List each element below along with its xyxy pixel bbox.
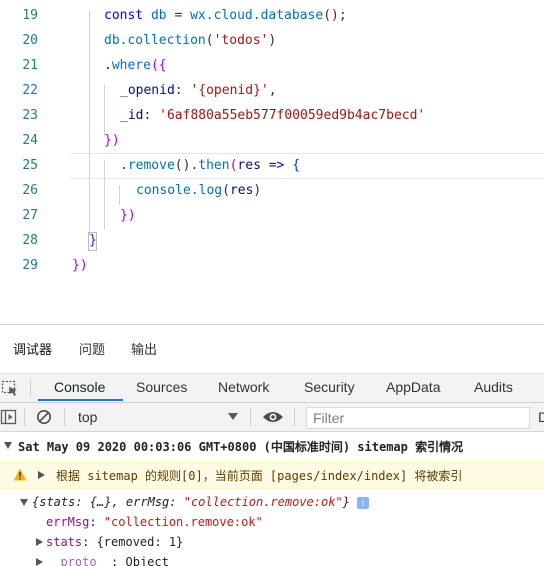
filter-box	[306, 407, 530, 429]
console-toolbar: top D	[0, 403, 544, 432]
divider	[64, 408, 65, 426]
expand-triangle-icon[interactable]	[38, 471, 45, 479]
code-text: _id: '6af880a55eb577f00059ed9b4ac7becd'	[120, 108, 426, 123]
divider	[30, 379, 31, 397]
code-line: 22 _openid: '{openid}',	[0, 78, 544, 103]
code-text: }	[89, 233, 97, 248]
code-line: 26 console.log(res)	[0, 178, 544, 203]
code-text: db.collection('todos')	[104, 33, 277, 48]
line-number: 22	[22, 83, 38, 98]
code-line: 23 _id: '6af880a55eb577f00059ed9b4ac7bec…	[0, 103, 544, 128]
tab-problems[interactable]: 问题	[79, 339, 105, 358]
active-tab-indicator	[38, 399, 123, 401]
code-text: })	[120, 208, 136, 223]
code-line: 21 .where({	[0, 53, 544, 78]
console-warning[interactable]: 根据 sitemap 的规则[0]，当前页面 [pages/index/inde…	[0, 462, 544, 489]
info-icon: i	[357, 496, 370, 509]
divider	[294, 408, 295, 426]
code-line: 20 db.collection('todos')	[0, 28, 544, 53]
tab-console[interactable]: Console	[54, 379, 105, 395]
context-selector[interactable]: top	[78, 409, 97, 425]
devtools-panel: 调试器 问题 输出 Console Sources Network Securi…	[0, 324, 544, 566]
chevron-down-icon[interactable]	[228, 413, 238, 421]
console-output[interactable]: Sat May 09 2020 00:03:06 GMT+0800 (中国标准时…	[0, 432, 544, 566]
code-line: 25 .remove().then(res => {	[0, 153, 544, 178]
tab-sources[interactable]: Sources	[136, 379, 187, 395]
warning-icon	[13, 468, 27, 481]
line-number: 27	[22, 208, 38, 223]
code-text: const db = wx.cloud.database();	[104, 8, 347, 23]
object-summary-text: {stats: {…}, errMsg: "collection.remove:…	[32, 492, 370, 512]
tab-output[interactable]: 输出	[131, 339, 157, 358]
filter-input[interactable]	[307, 408, 529, 428]
tab-appdata[interactable]: AppData	[386, 379, 440, 395]
console-message[interactable]: Sat May 09 2020 00:03:06 GMT+0800 (中国标准时…	[0, 438, 544, 460]
log-level-selector[interactable]: D	[538, 409, 544, 425]
code-line: 28 }	[0, 228, 544, 253]
eye-icon[interactable]	[262, 410, 284, 424]
tab-network[interactable]: Network	[218, 379, 269, 395]
code-editor[interactable]: 19 const db = wx.cloud.database(); 20 db…	[0, 0, 544, 324]
code-line: 19 const db = wx.cloud.database();	[0, 3, 544, 28]
tab-security[interactable]: Security	[304, 379, 355, 395]
expand-triangle-icon[interactable]	[36, 538, 43, 546]
line-number: 25	[22, 158, 38, 173]
code-text: })	[104, 133, 120, 148]
line-number: 28	[22, 233, 38, 248]
line-number: 29	[22, 258, 38, 273]
code-line: 29 })	[0, 253, 544, 278]
tab-audits[interactable]: Audits	[474, 379, 513, 395]
object-property: errMsg: "collection.remove:ok"	[46, 515, 263, 529]
tab-debugger[interactable]: 调试器	[13, 339, 52, 358]
code-text: })	[72, 258, 88, 273]
code-text: _openid: '{openid}',	[120, 83, 277, 98]
line-number: 19	[22, 8, 38, 23]
code-line: 24 })	[0, 128, 544, 153]
code-line: 27 })	[0, 203, 544, 228]
code-text: .remove().then(res => {	[120, 158, 301, 173]
panel-tab-bar: Console Sources Network Security AppData…	[0, 374, 544, 403]
expand-triangle-icon[interactable]	[20, 499, 28, 506]
line-number: 26	[22, 183, 38, 198]
sidebar-toggle-icon[interactable]	[0, 409, 18, 425]
divider	[24, 408, 25, 426]
divider	[250, 408, 251, 426]
line-number: 20	[22, 33, 38, 48]
line-number: 21	[22, 58, 38, 73]
message-text: Sat May 09 2020 00:03:06 GMT+0800 (中国标准时…	[18, 440, 464, 454]
expand-triangle-icon[interactable]	[4, 442, 12, 449]
inspect-element-icon[interactable]	[1, 380, 19, 398]
line-number: 24	[22, 133, 38, 148]
code-text: .where({	[104, 58, 167, 73]
line-number: 23	[22, 108, 38, 123]
clear-console-icon[interactable]	[36, 409, 52, 425]
devtools-top-tabs: 调试器 问题 输出	[0, 325, 544, 374]
warning-text: 根据 sitemap 的规则[0]，当前页面 [pages/index/inde…	[56, 469, 463, 483]
code-text: console.log(res)	[136, 183, 262, 198]
